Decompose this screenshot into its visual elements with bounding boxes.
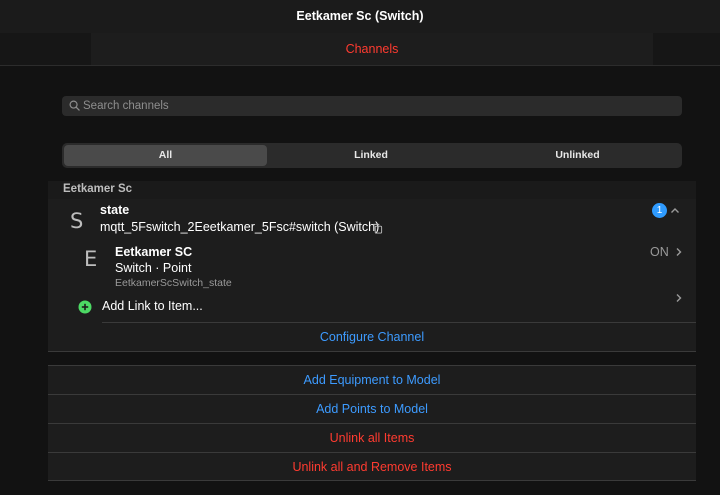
group-title: Eetkamer Sc xyxy=(63,183,133,195)
chevron-right-icon[interactable] xyxy=(674,247,684,257)
chevron-right-icon[interactable] xyxy=(674,293,684,303)
linked-item-name[interactable]: Eetkamer SC xyxy=(115,245,192,259)
search-icon xyxy=(69,100,80,111)
filter-linked[interactable]: Linked xyxy=(268,145,474,166)
linked-item-type: Switch · Point xyxy=(115,261,192,275)
item-letter-avatar: E xyxy=(84,247,98,271)
model-actions-list: Add Equipment to Model Add Points to Mod… xyxy=(48,365,696,481)
chevron-up-icon[interactable] xyxy=(670,206,680,216)
channel-name[interactable]: state xyxy=(100,203,129,217)
search-input[interactable] xyxy=(83,96,673,116)
add-link-icon[interactable] xyxy=(78,300,92,314)
unlink-all-button[interactable]: Unlink all Items xyxy=(48,423,696,452)
link-filter: All Linked Unlinked xyxy=(62,143,682,168)
add-points-button[interactable]: Add Points to Model xyxy=(48,394,696,423)
channel-card: S state mqtt_5Fswitch_2Eeetkamer_5Fsc#sw… xyxy=(48,199,696,352)
filter-all[interactable]: All xyxy=(64,145,267,166)
linked-item-id: EetkamerScSwitch_state xyxy=(115,277,232,289)
add-equipment-button[interactable]: Add Equipment to Model xyxy=(48,365,696,394)
search-bar[interactable] xyxy=(62,96,682,116)
channel-letter-avatar: S xyxy=(70,209,84,233)
tab-channels[interactable]: Channels xyxy=(91,33,653,65)
filter-unlinked[interactable]: Unlinked xyxy=(475,145,680,166)
unlink-remove-button[interactable]: Unlink all and Remove Items xyxy=(48,452,696,481)
copy-icon[interactable] xyxy=(372,223,383,234)
linked-item-state: ON xyxy=(650,245,669,259)
tab-bar: Channels xyxy=(0,33,720,66)
link-count-badge: 1 xyxy=(652,203,667,218)
group-header: Eetkamer Sc xyxy=(48,181,696,199)
configure-channel-button[interactable]: Configure Channel xyxy=(48,323,696,351)
page-title: Eetkamer Sc (Switch) xyxy=(296,9,424,23)
channel-uid: mqtt_5Fswitch_2Eeetkamer_5Fsc#switch (Sw… xyxy=(100,220,380,234)
navbar: Eetkamer Sc (Switch) xyxy=(0,0,720,33)
add-link-label[interactable]: Add Link to Item... xyxy=(102,299,203,313)
